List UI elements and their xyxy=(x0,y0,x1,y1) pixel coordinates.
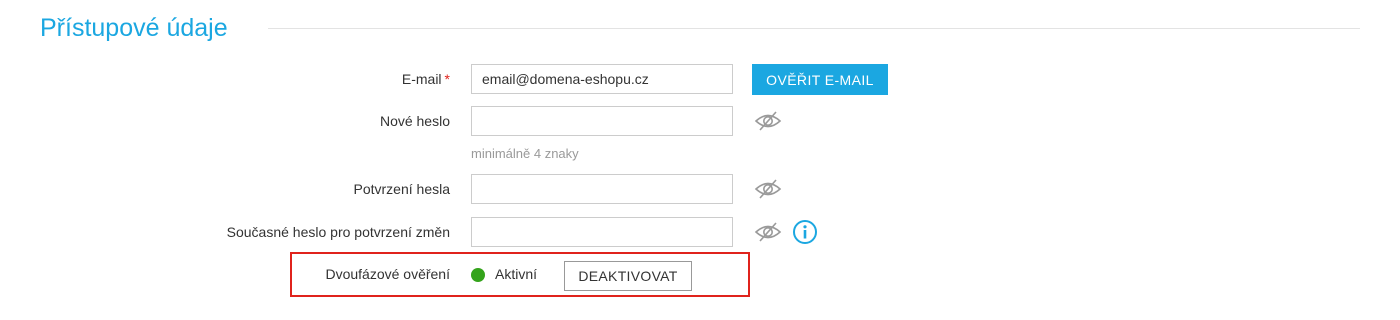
confirm-password-field[interactable] xyxy=(471,174,733,204)
new-password-field[interactable] xyxy=(471,106,733,136)
confirm-password-label: Potvrzení hesla xyxy=(353,181,451,197)
deactivate-button[interactable]: DEAKTIVOVAT xyxy=(564,261,692,291)
verify-email-button[interactable]: OVĚŘIT E-MAIL xyxy=(752,64,888,95)
email-field[interactable] xyxy=(471,64,733,94)
email-label-text: E-mail xyxy=(401,71,442,87)
two-factor-label: Dvoufázové ověření xyxy=(325,266,450,282)
section-title: Přístupové údaje xyxy=(40,14,228,42)
eye-slash-icon[interactable] xyxy=(754,220,782,244)
info-icon[interactable] xyxy=(792,219,818,245)
two-factor-status: Aktivní xyxy=(495,266,538,282)
current-password-field[interactable] xyxy=(471,217,733,247)
eye-slash-icon[interactable] xyxy=(754,177,782,201)
section-divider xyxy=(268,28,1360,29)
eye-slash-icon[interactable] xyxy=(754,109,782,133)
current-password-label: Současné heslo pro potvrzení změn xyxy=(226,224,450,240)
status-dot-icon xyxy=(471,268,485,282)
required-marker: * xyxy=(444,71,450,87)
new-password-label: Nové heslo xyxy=(379,113,450,129)
section-header: Přístupové údaje xyxy=(40,10,1360,46)
email-label: E-mail * xyxy=(0,71,450,87)
password-hint: minimálně 4 znaky xyxy=(471,146,579,161)
